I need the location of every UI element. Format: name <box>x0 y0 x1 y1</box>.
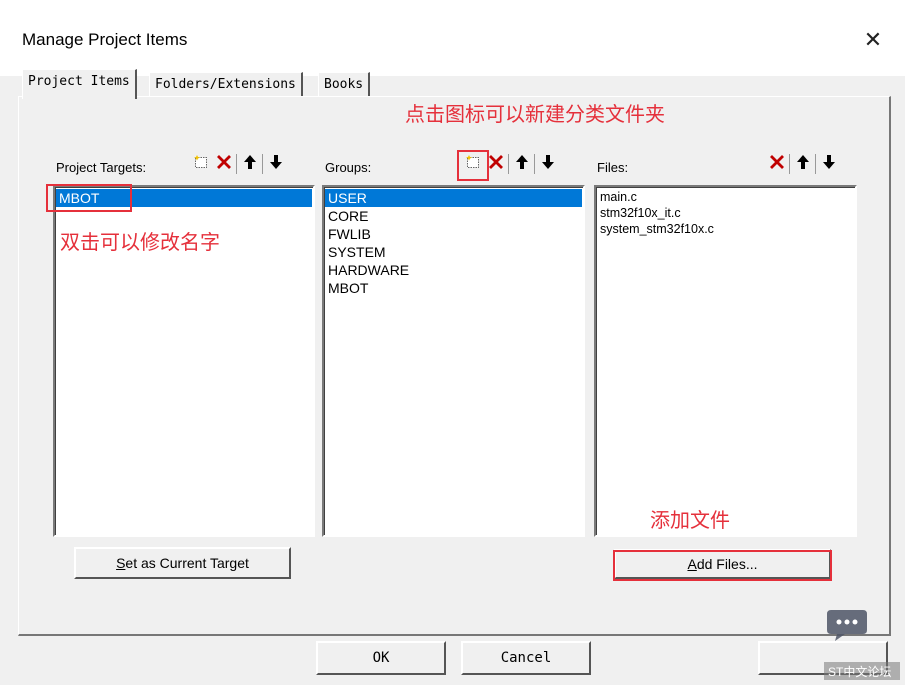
highlight-box-new-group <box>457 150 489 181</box>
ok-button[interactable]: OK <box>316 641 446 675</box>
move-group-down-button[interactable] <box>537 153 558 175</box>
toolbar-separator <box>262 154 263 174</box>
toolbar-separator <box>508 154 509 174</box>
annotation-add-file: 添加文件 <box>650 510 730 532</box>
group-item[interactable]: HARDWARE <box>325 261 582 279</box>
set-target-label-post: et as Current Target <box>125 555 249 571</box>
tab-project-items[interactable]: Project Items <box>22 69 137 99</box>
move-group-up-button[interactable] <box>511 153 532 175</box>
chat-bubble-icon <box>827 610 867 641</box>
highlight-box-add-files <box>613 550 832 581</box>
new-target-button[interactable] <box>190 153 211 175</box>
group-item[interactable]: USER <box>325 189 582 207</box>
tab-folders-extensions[interactable]: Folders/Extensions <box>149 72 303 97</box>
delete-x-icon <box>216 155 231 169</box>
move-file-up-button[interactable] <box>792 153 813 175</box>
annotation-new-folder: 点击图标可以新建分类文件夹 <box>405 104 665 126</box>
file-item[interactable]: main.c <box>597 189 854 205</box>
group-item[interactable]: SYSTEM <box>325 243 582 261</box>
move-file-down-button[interactable] <box>818 153 839 175</box>
highlight-box-target <box>46 184 132 212</box>
file-item[interactable]: system_stm32f10x.c <box>597 221 854 237</box>
files-list[interactable]: main.c stm32f10x_it.c system_stm32f10x.c <box>594 185 857 537</box>
move-target-down-button[interactable] <box>265 153 286 175</box>
group-item[interactable]: CORE <box>325 207 582 225</box>
toolbar-separator <box>815 154 816 174</box>
annotation-rename: 双击可以修改名字 <box>60 232 220 254</box>
cancel-button[interactable]: Cancel <box>461 641 591 675</box>
files-header: Files: <box>597 160 629 175</box>
group-item[interactable]: MBOT <box>325 279 582 297</box>
files-toolbar <box>766 153 839 175</box>
move-target-up-button[interactable] <box>239 153 260 175</box>
arrow-down-icon <box>822 155 835 169</box>
watermark-text: ST中文论坛 <box>828 665 892 679</box>
close-button[interactable]: ✕ <box>858 26 888 54</box>
toolbar-separator <box>789 154 790 174</box>
arrow-down-icon <box>269 155 282 169</box>
group-item[interactable]: FWLIB <box>325 225 582 243</box>
targets-toolbar <box>190 153 286 175</box>
delete-x-icon <box>488 155 503 169</box>
delete-target-button[interactable] <box>213 153 234 175</box>
set-as-current-target-button[interactable]: Set as Current Target <box>74 547 291 579</box>
arrow-up-icon <box>243 155 256 169</box>
targets-header: Project Targets: <box>56 160 147 175</box>
new-item-icon <box>193 155 207 168</box>
arrow-down-icon <box>541 155 554 169</box>
toolbar-separator <box>236 154 237 174</box>
delete-x-icon <box>769 155 784 169</box>
file-item[interactable]: stm32f10x_it.c <box>597 205 854 221</box>
watermark-logo <box>825 606 869 644</box>
tab-books[interactable]: Books <box>318 72 371 97</box>
toolbar-separator <box>534 154 535 174</box>
arrow-up-icon <box>515 155 528 169</box>
delete-file-button[interactable] <box>766 153 787 175</box>
arrow-up-icon <box>796 155 809 169</box>
groups-list[interactable]: USER CORE FWLIB SYSTEM HARDWARE MBOT <box>322 185 585 537</box>
groups-header: Groups: <box>325 160 372 175</box>
window-title: Manage Project Items <box>22 30 188 49</box>
